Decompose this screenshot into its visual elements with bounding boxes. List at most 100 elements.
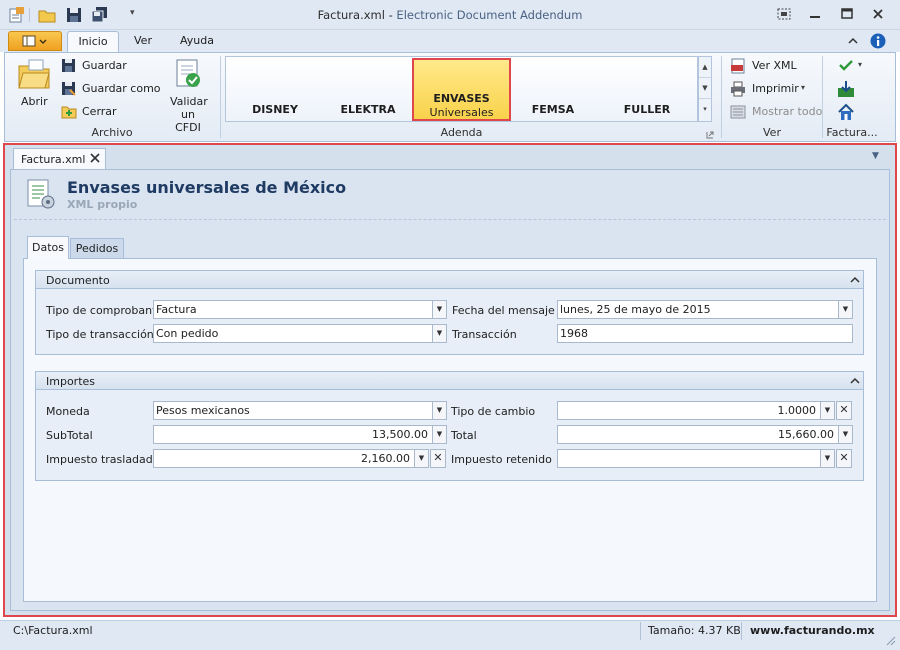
- gallery-scroll-down-icon[interactable]: ▼: [699, 78, 711, 99]
- check-dropdown-icon[interactable]: ▾: [858, 60, 862, 69]
- subtotal-value: 13,500.00: [372, 428, 428, 441]
- validar-cfdi-icon[interactable]: [174, 58, 202, 93]
- imprimir-dropdown-icon[interactable]: ▾: [801, 83, 805, 92]
- document-title: Envases universales de México: [67, 178, 347, 197]
- tipo-cambio-value: 1.0000: [777, 404, 817, 417]
- guardar-icon: [61, 58, 76, 76]
- gallery-scroll-up-icon[interactable]: ▲: [699, 57, 711, 78]
- application-menu-button[interactable]: [8, 31, 62, 51]
- tipo-transaccion-value: Con pedido: [156, 327, 219, 340]
- ver-group-label: Ver: [763, 126, 781, 139]
- home-icon[interactable]: [837, 103, 855, 124]
- transaccion-input[interactable]: 1968: [557, 324, 853, 343]
- envases-label: ENVASES: [433, 92, 490, 105]
- open-folder-large-icon[interactable]: [17, 57, 51, 94]
- tipo-comprobante-label: Tipo de comprobante: [46, 304, 164, 317]
- chevron-down-icon[interactable]: ▼: [432, 426, 446, 443]
- moneda-select[interactable]: Pesos mexicanos ▼: [153, 401, 447, 420]
- close-button[interactable]: [867, 5, 889, 23]
- chevron-down-icon[interactable]: ▼: [838, 426, 852, 443]
- impuesto-trasladado-input[interactable]: 2,160.00 ▼: [153, 449, 429, 468]
- fecha-mensaje-value: lunes, 25 de mayo de 2015: [560, 303, 711, 316]
- status-separator: [741, 622, 742, 640]
- adenda-item-fuller[interactable]: FULLER: [617, 103, 677, 116]
- printer-icon: [730, 81, 746, 100]
- imprimir-button[interactable]: Imprimir: [752, 82, 799, 95]
- adenda-item-femsa[interactable]: FEMSA: [523, 103, 583, 116]
- clear-impuesto-retenido-icon[interactable]: ✕: [836, 449, 852, 468]
- cerrar-button[interactable]: Cerrar: [82, 105, 117, 118]
- maximize-button[interactable]: [836, 5, 858, 23]
- group-separator: [721, 56, 722, 138]
- tipo-cambio-label: Tipo de cambio: [451, 405, 536, 418]
- resize-grip-icon[interactable]: [884, 634, 896, 649]
- impuesto-trasladado-label: Impuesto trasladado: [46, 453, 160, 466]
- mostrar-todo-button[interactable]: Mostrar todo: [752, 105, 822, 118]
- documento-section-header[interactable]: Documento: [36, 271, 863, 289]
- minimize-button[interactable]: [804, 5, 826, 23]
- chevron-down-icon[interactable]: ▼: [432, 402, 446, 419]
- archivo-group-label: Archivo: [91, 126, 133, 139]
- fecha-mensaje-picker[interactable]: lunes, 25 de mayo de 2015 ▼: [557, 300, 853, 319]
- total-input[interactable]: 15,660.00 ▼: [557, 425, 853, 444]
- clear-tipo-cambio-icon[interactable]: ✕: [836, 401, 852, 420]
- status-separator: [640, 622, 641, 640]
- screen-capture-icon[interactable]: [773, 5, 795, 23]
- tipo-comprobante-select[interactable]: Factura ▼: [153, 300, 447, 319]
- clear-impuesto-trasladado-icon[interactable]: ✕: [430, 449, 446, 468]
- tab-ver[interactable]: Ver: [134, 34, 152, 47]
- tipo-transaccion-label: Tipo de transacción: [46, 328, 154, 341]
- importes-collapse-icon[interactable]: [850, 375, 860, 388]
- chevron-down-icon[interactable]: ▼: [432, 301, 446, 318]
- abrir-button[interactable]: Abrir: [21, 95, 48, 108]
- importes-header-label: Importes: [46, 375, 96, 388]
- download-icon[interactable]: [837, 80, 855, 101]
- tab-inicio[interactable]: Inicio: [67, 31, 119, 53]
- moneda-label: Moneda: [46, 405, 90, 418]
- importes-section-header[interactable]: Importes: [36, 372, 863, 390]
- gallery-more-icon[interactable]: ▾: [699, 99, 711, 120]
- impuesto-retenido-input[interactable]: ▼: [557, 449, 835, 468]
- tab-datos[interactable]: Datos: [27, 236, 69, 259]
- chevron-down-icon[interactable]: ▼: [820, 402, 834, 419]
- chevron-down-icon[interactable]: ▼: [414, 450, 428, 467]
- total-label: Total: [451, 429, 477, 442]
- header-divider: [14, 219, 886, 220]
- document-subtitle: XML propio: [67, 198, 138, 211]
- xml-file-icon: [730, 58, 746, 77]
- check-icon[interactable]: [838, 58, 854, 75]
- adenda-item-disney[interactable]: DISNEY: [245, 103, 305, 116]
- collapse-ribbon-icon[interactable]: [847, 35, 859, 48]
- tab-pedidos[interactable]: Pedidos: [70, 238, 124, 258]
- moneda-value: Pesos mexicanos: [156, 404, 250, 417]
- adenda-item-envases-selected[interactable]: ENVASES Universales: [412, 58, 511, 121]
- status-file-size: Tamaño: 4.37 KB: [648, 624, 741, 637]
- impuesto-trasladado-value: 2,160.00: [361, 452, 410, 465]
- adenda-group-label: Adenda: [440, 126, 483, 139]
- tipo-comprobante-value: Factura: [156, 303, 197, 316]
- documento-collapse-icon[interactable]: [850, 274, 860, 287]
- subtotal-input[interactable]: 13,500.00 ▼: [153, 425, 447, 444]
- chevron-down-icon[interactable]: ▼: [432, 325, 446, 342]
- chevron-down-icon[interactable]: ▼: [838, 301, 852, 318]
- guardar-button[interactable]: Guardar: [82, 59, 127, 72]
- document-list-dropdown-icon[interactable]: ▼: [872, 151, 879, 161]
- tipo-cambio-input[interactable]: 1.0000 ▼: [557, 401, 835, 420]
- ver-xml-button[interactable]: Ver XML: [752, 59, 797, 72]
- document-tab-label: Factura.xml: [21, 153, 86, 166]
- document-tab-close-icon[interactable]: [90, 153, 100, 166]
- factura-group-label: Factura...: [826, 126, 878, 139]
- info-icon[interactable]: [870, 33, 886, 52]
- status-website-link[interactable]: www.facturando.mx: [750, 624, 875, 637]
- adenda-item-elektra[interactable]: ELEKTRA: [338, 103, 398, 116]
- transaccion-label: Transacción: [452, 328, 517, 341]
- universales-label: Universales: [429, 106, 494, 119]
- guardar-como-button[interactable]: Guardar como: [82, 82, 161, 95]
- gallery-scroll: ▲ ▼ ▾: [698, 56, 712, 122]
- adenda-dialog-launcher-icon[interactable]: [706, 129, 714, 142]
- chevron-down-icon[interactable]: ▼: [820, 450, 834, 467]
- document-tab[interactable]: Factura.xml: [13, 148, 106, 170]
- impuesto-retenido-label: Impuesto retenido: [451, 453, 552, 466]
- tab-ayuda[interactable]: Ayuda: [180, 34, 214, 47]
- tipo-transaccion-select[interactable]: Con pedido ▼: [153, 324, 447, 343]
